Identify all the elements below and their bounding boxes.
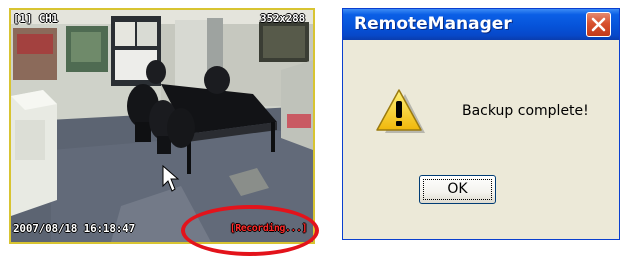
close-button[interactable] <box>586 12 611 37</box>
ok-button[interactable]: OK <box>419 175 496 204</box>
timestamp-label: 2007/08/18 16:18:47 <box>13 222 136 235</box>
channel-label: [1] CH1 <box>13 12 58 25</box>
dialog-titlebar[interactable]: RemoteManager <box>343 9 619 40</box>
recording-highlight-ellipse <box>181 205 319 256</box>
dialog-title: RemoteManager <box>354 14 512 34</box>
dialog-message: Backup complete! <box>462 103 589 119</box>
message-dialog: RemoteManager Backup complete! OK <box>342 8 620 240</box>
resolution-label: 352x288 <box>260 12 305 25</box>
warning-icon <box>376 89 425 133</box>
close-icon <box>591 17 606 32</box>
